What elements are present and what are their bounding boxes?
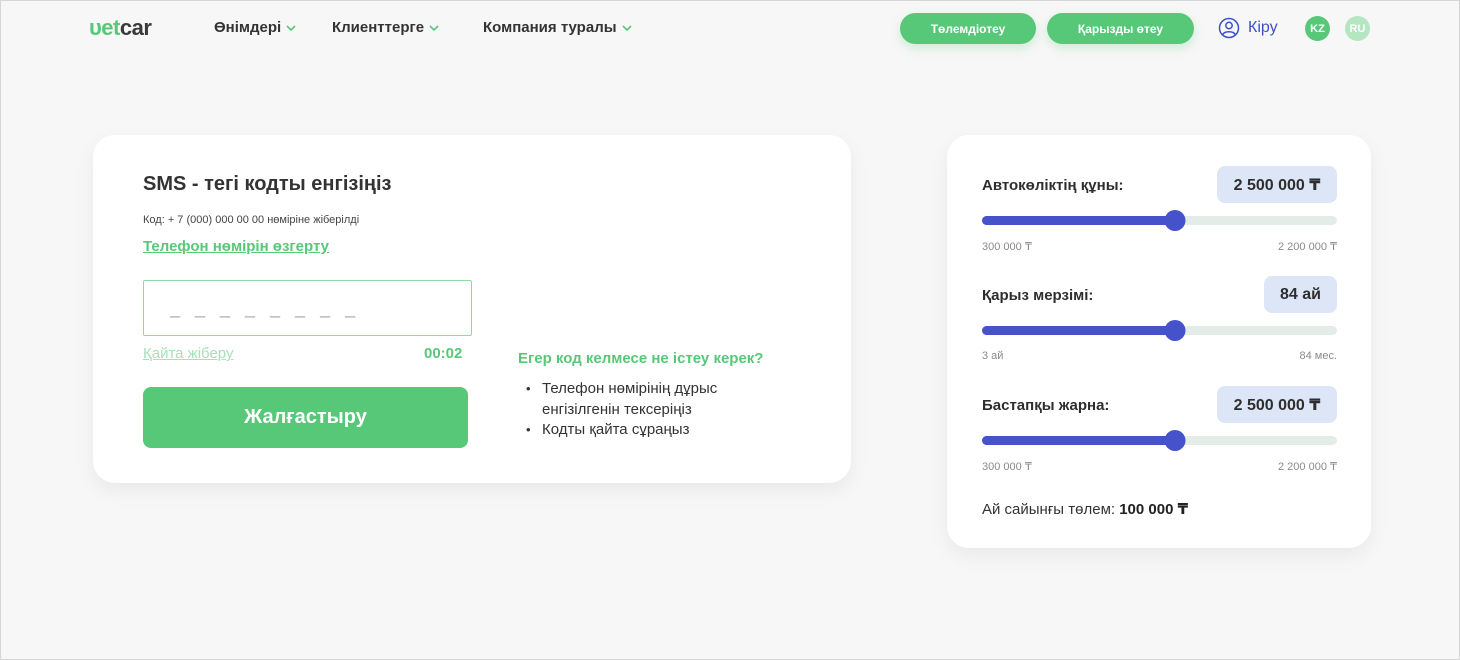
slider-thumb[interactable]	[1164, 210, 1186, 231]
slider-fill	[982, 326, 1176, 335]
slider-fill	[982, 436, 1176, 445]
loan-term-label: Қарыз мерзімі:	[982, 287, 1094, 304]
login-link[interactable]: Кіру	[1218, 17, 1278, 39]
monthly-payment-label: Ай сайынғы төлем:	[982, 501, 1116, 518]
sms-code-input[interactable]	[143, 280, 472, 336]
loan-term-slider[interactable]	[982, 320, 1337, 341]
continue-button[interactable]: Жалғастыру	[143, 387, 468, 448]
down-payment-min: 300 000 ₸	[982, 461, 1032, 473]
resend-timer: 00:02	[424, 345, 463, 362]
chevron-down-icon	[429, 24, 439, 31]
nav-clients-label: Клиенттерге	[332, 19, 425, 36]
lang-ru-button[interactable]: RU	[1345, 16, 1370, 41]
chevron-down-icon	[286, 24, 296, 31]
monthly-payment-value: 100 000 ₸	[1119, 501, 1189, 518]
repay-loan-button[interactable]: Қарызды өтеу	[1047, 13, 1194, 44]
help-title: Егер код келмесе не істеу керек?	[518, 350, 764, 367]
logo-part-2: car	[119, 15, 152, 40]
slider-thumb[interactable]	[1164, 430, 1186, 451]
nav-products-label: Өнімдері	[214, 19, 282, 36]
down-payment-max: 2 200 000 ₸	[1278, 461, 1337, 473]
change-phone-link[interactable]: Телефон нөмірін өзгерту	[143, 238, 329, 255]
help-item: Кодты қайта сұраңыз	[526, 420, 756, 441]
help-list: Телефон нөмірінің дұрыс енгізілгенін тек…	[526, 379, 756, 441]
header: υetcar Өнімдері Клиенттерге Компания тур…	[1, 1, 1459, 57]
logo-part-1: υet	[89, 15, 120, 40]
car-price-min: 300 000 ₸	[982, 241, 1032, 253]
lang-kz-button[interactable]: KZ	[1305, 16, 1330, 41]
resend-code-link[interactable]: Қайта жіберу	[143, 345, 233, 362]
sms-verification-card: SMS - тегі кодты енгізіңіз Код: + 7 (000…	[93, 135, 851, 483]
chevron-down-icon	[621, 24, 632, 31]
down-payment-value[interactable]: 2 500 000 ₸	[1217, 386, 1337, 423]
help-item: Телефон нөмірінің дұрыс енгізілгенін тек…	[526, 379, 756, 420]
down-payment-label: Бастапқы жарна:	[982, 397, 1110, 414]
login-label: Кіру	[1248, 19, 1278, 36]
down-payment-slider[interactable]	[982, 430, 1337, 451]
nav-company-label: Компания туралы	[483, 19, 617, 36]
sms-sent-note: Код: + 7 (000) 000 00 00 нөміріне жібері…	[143, 214, 360, 226]
nav-clients[interactable]: Клиенттерге	[332, 19, 439, 36]
car-price-slider[interactable]	[982, 210, 1337, 231]
nav-company[interactable]: Компания туралы	[483, 19, 632, 36]
slider-thumb[interactable]	[1164, 320, 1186, 341]
loan-calculator-card: Автокөліктің құны: 2 500 000 ₸ 300 000 ₸…	[947, 135, 1371, 548]
loan-term-max: 84 мес.	[1299, 350, 1337, 362]
pay-button[interactable]: Төлемдіотеу	[900, 13, 1036, 44]
logo[interactable]: υetcar	[89, 15, 152, 41]
loan-term-value[interactable]: 84 ай	[1264, 276, 1337, 313]
car-price-max: 2 200 000 ₸	[1278, 241, 1337, 253]
car-price-label: Автокөліктің құны:	[982, 177, 1124, 194]
slider-fill	[982, 216, 1176, 225]
monthly-payment: Ай сайынғы төлем: 100 000 ₸	[982, 500, 1188, 518]
loan-term-min: 3 ай	[982, 350, 1004, 362]
car-price-value[interactable]: 2 500 000 ₸	[1217, 166, 1337, 203]
nav-products[interactable]: Өнімдері	[214, 19, 296, 36]
sms-title: SMS - тегі кодты енгізіңіз	[143, 173, 392, 195]
user-icon	[1218, 17, 1240, 39]
